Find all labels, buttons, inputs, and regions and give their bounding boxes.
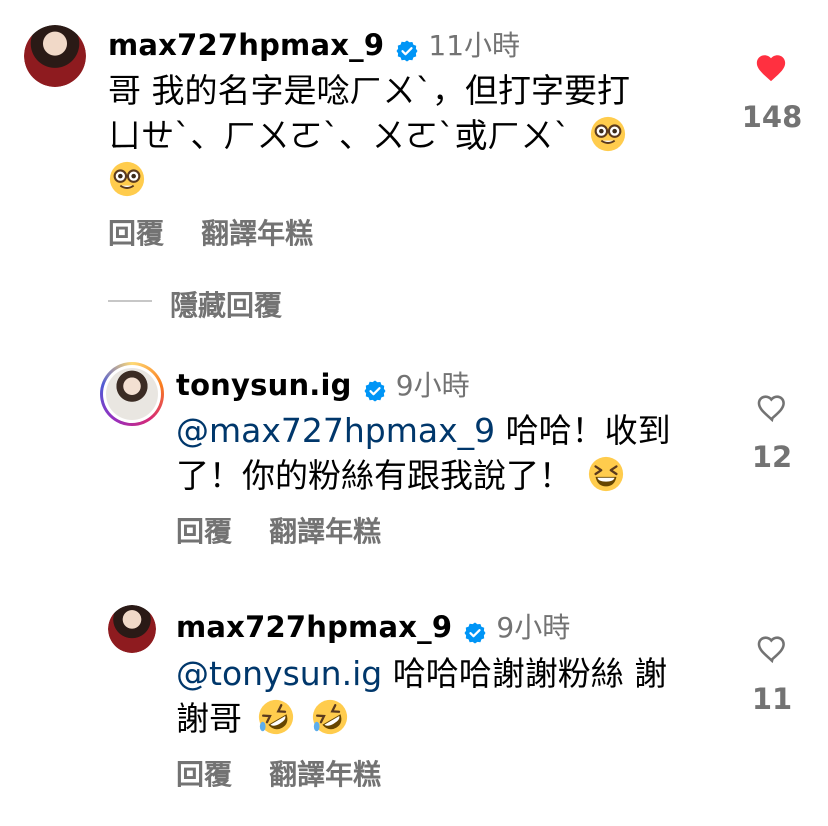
- rolling-on-floor-laughing-emoji-icon: [312, 699, 348, 735]
- avatar[interactable]: [24, 25, 86, 87]
- comment-header: max727hpmax_9 9小時: [176, 606, 570, 646]
- like-count: 11: [751, 682, 793, 716]
- translate-button[interactable]: 翻譯年糕: [201, 217, 313, 250]
- username[interactable]: tonysun.ig: [176, 368, 352, 402]
- verified-badge-icon: [364, 380, 386, 401]
- like-count: 148: [741, 100, 803, 134]
- timestamp: 9小時: [496, 611, 571, 644]
- rolling-on-floor-laughing-emoji-icon: [258, 699, 293, 735]
- comment-actions: 回覆 翻譯年糕: [108, 212, 313, 252]
- comment-text: @max727hpmax_9 哈哈！收到 了！你的粉絲有跟我說了！: [176, 411, 671, 495]
- translate-button[interactable]: 翻譯年糕: [269, 758, 381, 791]
- nerd-face-emoji-icon: [109, 161, 145, 197]
- like-count: 12: [751, 440, 793, 474]
- comment-actions: 回覆 翻譯年糕: [176, 753, 381, 793]
- grinning-squinting-face-emoji-icon: [588, 456, 623, 492]
- timestamp: 11小時: [428, 29, 521, 62]
- comment-text: @tonysun.ig 哈哈哈謝謝粉絲 謝 謝哥: [176, 651, 716, 741]
- avatar[interactable]: [100, 362, 164, 426]
- verified-badge-icon: [464, 622, 486, 643]
- comment-text: 哥 我的名字是唸ㄏㄨˋ，但打字要打 ㄩㄝˋ、ㄏㄨㄛˋ、ㄨㄛˋ或ㄏㄨˋ: [108, 68, 708, 203]
- reply-button[interactable]: 回覆: [108, 217, 164, 250]
- divider-line: [108, 300, 152, 302]
- heart-outline-icon[interactable]: [755, 391, 789, 425]
- verified-badge-icon: [396, 40, 418, 61]
- comment-header: tonysun.ig 9小時: [176, 364, 470, 404]
- reply-button[interactable]: 回覆: [176, 758, 232, 791]
- comment-header: max727hpmax_9 11小時: [108, 24, 520, 64]
- timestamp: 9小時: [395, 369, 470, 402]
- translate-button[interactable]: 翻譯年糕: [269, 515, 381, 548]
- hide-replies-button[interactable]: 隱藏回覆: [170, 284, 282, 324]
- heart-outline-icon[interactable]: [755, 632, 789, 666]
- comment-actions: 回覆 翻譯年糕: [176, 510, 381, 550]
- mention-link[interactable]: @max727hpmax_9: [176, 411, 495, 450]
- mention-link[interactable]: @tonysun.ig: [176, 654, 382, 693]
- username[interactable]: max727hpmax_9: [108, 28, 384, 62]
- username[interactable]: max727hpmax_9: [176, 610, 452, 644]
- nerd-face-emoji-icon: [590, 116, 625, 152]
- avatar[interactable]: [108, 605, 156, 653]
- heart-filled-icon[interactable]: [754, 51, 788, 85]
- reply-button[interactable]: 回覆: [176, 515, 232, 548]
